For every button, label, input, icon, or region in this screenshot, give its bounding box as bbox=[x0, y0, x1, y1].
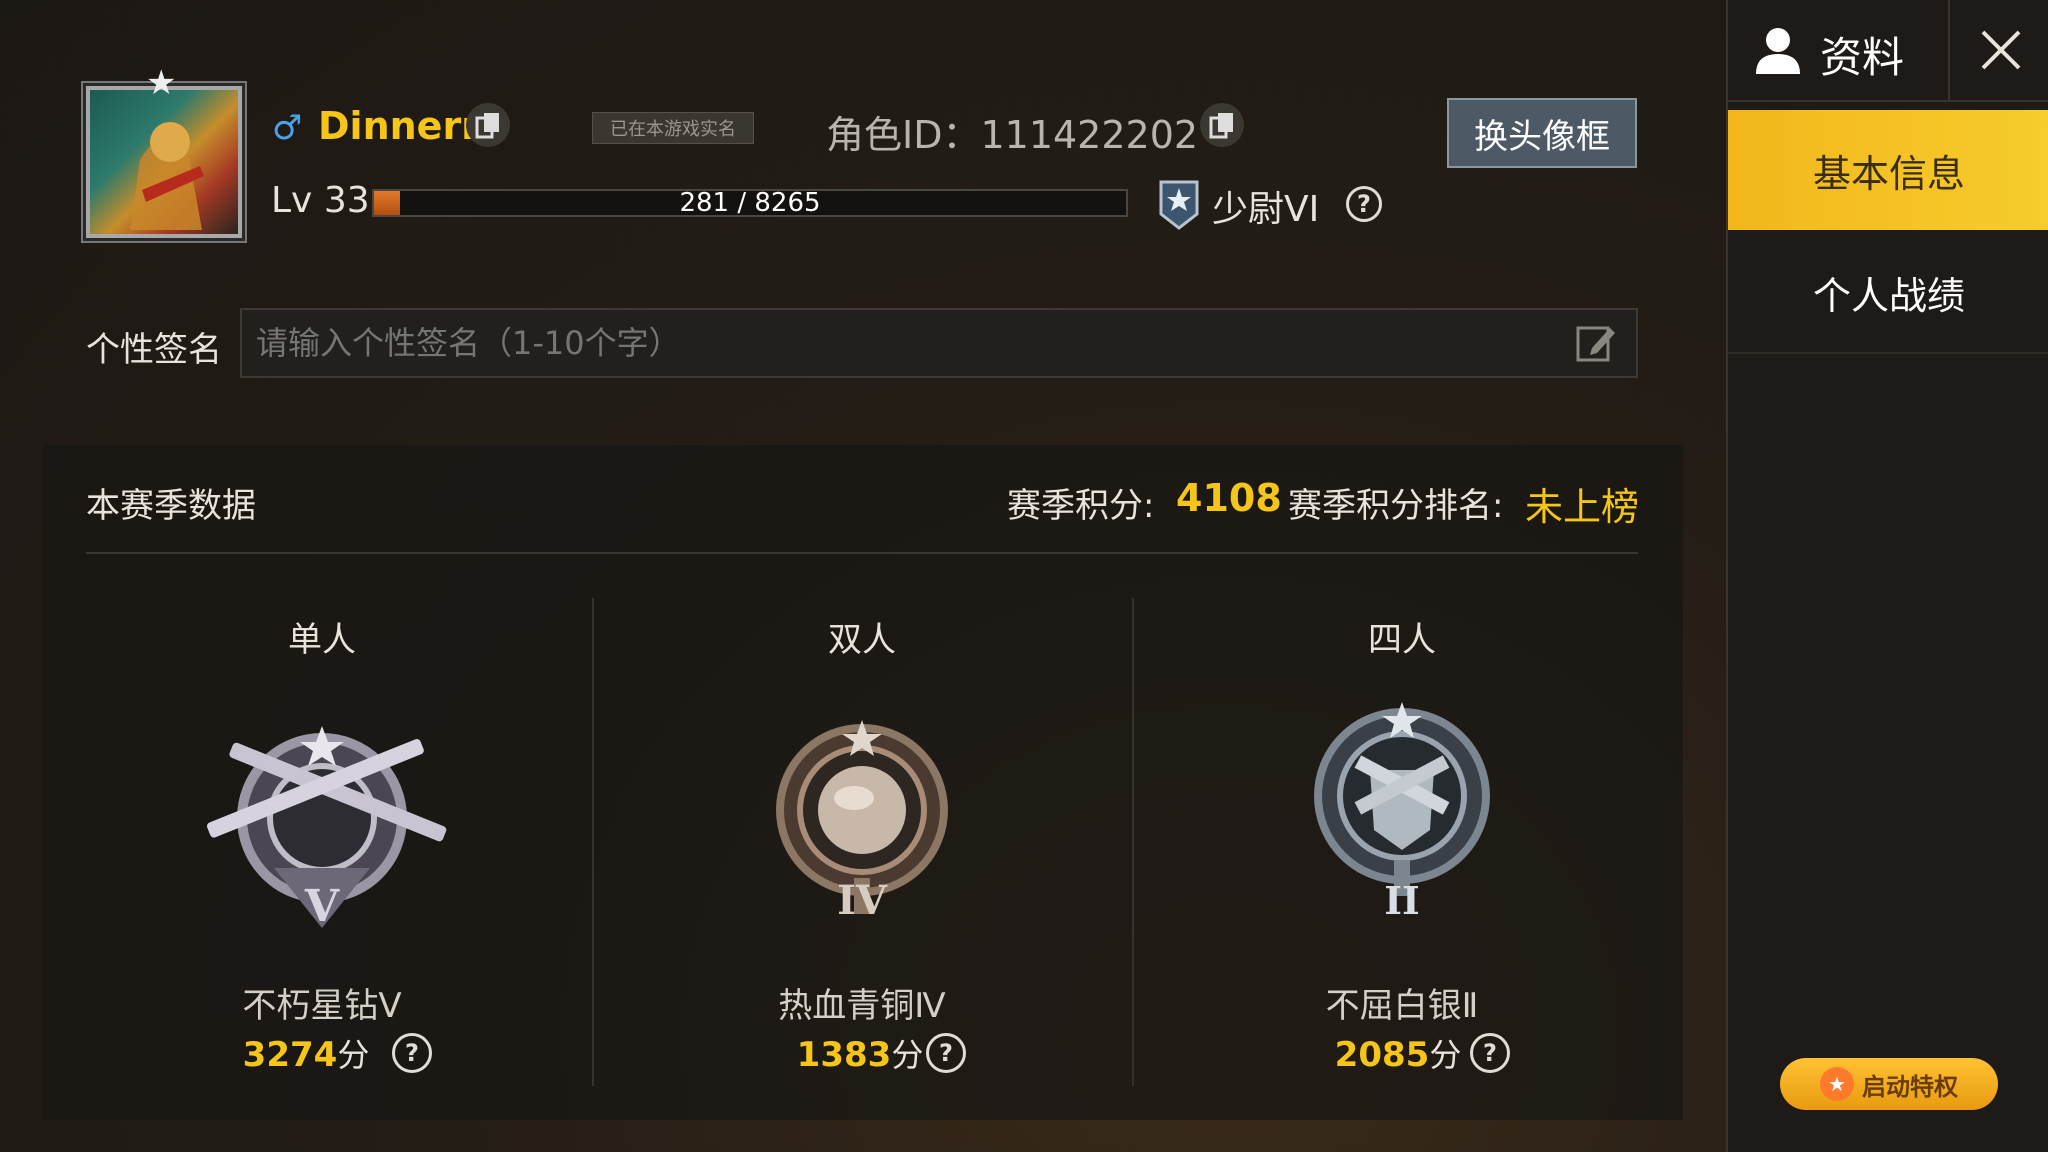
squad-mode: 四人 bbox=[1132, 612, 1672, 661]
avatar[interactable] bbox=[86, 86, 242, 238]
duo-tier: 热血青铜Ⅳ bbox=[592, 978, 1132, 1027]
tier-score: 3274 bbox=[242, 1035, 338, 1075]
role-id-label: 角色ID： bbox=[826, 113, 981, 157]
duo-score: 1383分 bbox=[590, 1030, 1130, 1076]
signature-label: 个性签名 bbox=[86, 330, 222, 370]
change-frame-button[interactable]: 换头像框 bbox=[1447, 98, 1637, 168]
duo-mode: 双人 bbox=[592, 612, 1132, 661]
rank-title: 少尉VI bbox=[1212, 189, 1320, 230]
squad-score: 2085分 bbox=[1128, 1030, 1668, 1076]
avatar-image bbox=[130, 122, 204, 230]
mode-title: 双人 bbox=[828, 620, 896, 660]
divider bbox=[86, 552, 1638, 554]
tier-name: 不屈白银Ⅱ bbox=[1325, 986, 1479, 1026]
season-rank-label: 赛季积分排名: bbox=[1288, 486, 1504, 526]
copy-id-icon[interactable] bbox=[1200, 103, 1244, 147]
solo-score: 3274分 bbox=[36, 1030, 576, 1076]
star-icon: ★ bbox=[146, 63, 177, 103]
copy-name-icon[interactable] bbox=[466, 103, 510, 147]
tier-score: 1383 bbox=[796, 1035, 892, 1075]
bronze-tier-medal-icon: IV bbox=[776, 720, 948, 924]
level-label: Lv bbox=[271, 180, 313, 221]
season-points-label: 赛季积分: bbox=[1007, 486, 1155, 526]
rank-shield-icon bbox=[1159, 180, 1199, 230]
level-value: 33 bbox=[323, 180, 370, 221]
squad-tier: 不屈白银Ⅱ bbox=[1132, 978, 1672, 1027]
role-id-value: 111422202 bbox=[980, 113, 1199, 157]
score-unit: 分 bbox=[337, 1036, 370, 1074]
season-rank-value: 未上榜 bbox=[1525, 485, 1640, 529]
sidebar-header: 资料 bbox=[1728, 0, 2048, 102]
level: Lv 33 bbox=[271, 180, 370, 221]
medal-numeral: V bbox=[304, 881, 340, 932]
mode-title: 单人 bbox=[288, 620, 356, 660]
rank-help-icon[interactable]: ? bbox=[1346, 186, 1382, 222]
gender-icon: ♂ bbox=[272, 108, 303, 148]
close-button[interactable] bbox=[1948, 0, 2048, 100]
tier-score: 2085 bbox=[1334, 1035, 1430, 1075]
privilege-button[interactable]: ★ 启动特权 bbox=[1780, 1058, 1998, 1110]
privilege-label: 启动特权 bbox=[1862, 1072, 1958, 1101]
verified-badge: 已在本游戏实名 bbox=[592, 112, 754, 144]
xp-text: 281 / 8265 bbox=[679, 188, 821, 218]
xp-bar: 281 / 8265 bbox=[372, 188, 1128, 218]
signature-input[interactable] bbox=[240, 308, 1638, 378]
player-name: Dinnerr bbox=[318, 104, 480, 148]
squad-help-icon[interactable]: ? bbox=[1470, 1033, 1510, 1073]
season-title: 本赛季数据 bbox=[86, 486, 256, 526]
sidebar: 资料 基本信息 个人战绩 ★ 启动特权 bbox=[1726, 0, 2048, 1152]
edit-icon[interactable] bbox=[1574, 320, 1618, 364]
score-unit: 分 bbox=[1429, 1036, 1462, 1074]
close-icon bbox=[1981, 30, 2021, 70]
season-points-value: 4108 bbox=[1176, 476, 1282, 520]
solo-tier: 不朽星钻Ⅴ bbox=[52, 978, 592, 1027]
duo-help-icon[interactable]: ? bbox=[926, 1033, 966, 1073]
solo-mode: 单人 bbox=[52, 612, 592, 661]
privilege-icon: ★ bbox=[1820, 1067, 1854, 1101]
solo-help-icon[interactable]: ? bbox=[392, 1033, 432, 1073]
mode-title: 四人 bbox=[1368, 620, 1436, 660]
profile-main: ★ ♂ Dinnerr 已在本游戏实名 角色ID：111422202 换头像框 … bbox=[0, 0, 1725, 1152]
silver-tier-medal-icon: II bbox=[1314, 702, 1490, 922]
medal-numeral: II bbox=[1384, 878, 1420, 922]
tier-name: 热血青铜Ⅳ bbox=[778, 986, 946, 1026]
sidebar-title: 资料 bbox=[1820, 33, 1905, 82]
role-id: 角色ID：111422202 bbox=[826, 104, 1198, 159]
profile-icon bbox=[1756, 28, 1800, 74]
medal-numeral: IV bbox=[837, 877, 888, 924]
diamond-tier-medal-icon: V bbox=[206, 726, 447, 932]
tier-name: 不朽星钻Ⅴ bbox=[242, 986, 402, 1026]
tab-basic-info[interactable]: 基本信息 bbox=[1728, 110, 2048, 230]
score-unit: 分 bbox=[891, 1036, 924, 1074]
tab-personal-record[interactable]: 个人战绩 bbox=[1728, 232, 2048, 354]
